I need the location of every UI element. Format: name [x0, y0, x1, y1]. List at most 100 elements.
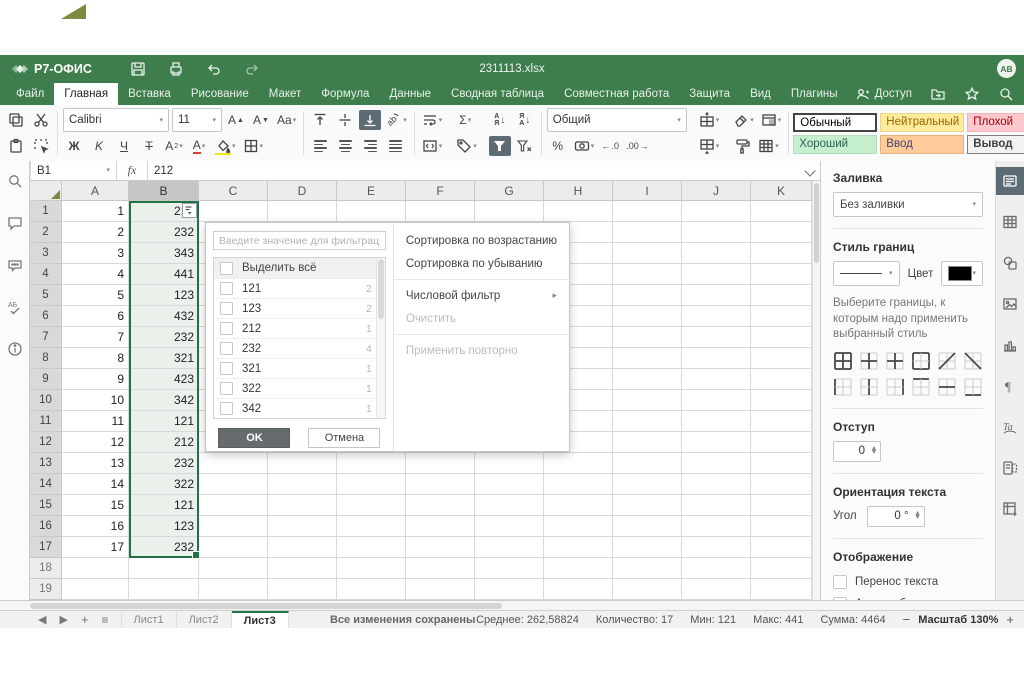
- row-header-17[interactable]: 17: [30, 537, 62, 558]
- cell-D18[interactable]: [268, 558, 337, 579]
- cell-I9[interactable]: [613, 369, 682, 390]
- zoom-in-button[interactable]: +: [1006, 612, 1014, 627]
- autosum-button[interactable]: Σ▾: [454, 110, 476, 130]
- value-checkbox[interactable]: [220, 362, 233, 375]
- cell-I5[interactable]: [613, 285, 682, 306]
- row-header-3[interactable]: 3: [30, 243, 62, 264]
- cell-A13[interactable]: 13: [62, 453, 129, 474]
- cell-J14[interactable]: [682, 474, 751, 495]
- cell-K6[interactable]: [751, 306, 812, 327]
- row-header-14[interactable]: 14: [30, 474, 62, 495]
- cell-J7[interactable]: [682, 327, 751, 348]
- cell-H18[interactable]: [544, 558, 613, 579]
- cell-E18[interactable]: [337, 558, 406, 579]
- row-header-16[interactable]: 16: [30, 516, 62, 537]
- cell-K7[interactable]: [751, 327, 812, 348]
- cell-K11[interactable]: [751, 411, 812, 432]
- zoom-out-button[interactable]: −: [903, 612, 911, 627]
- cell-B14[interactable]: 322: [129, 474, 199, 495]
- all-borders-button[interactable]: [833, 351, 852, 371]
- cell-style-chip[interactable]: Хороший: [793, 135, 877, 154]
- filter-value-row-321[interactable]: 3211: [214, 358, 385, 378]
- cell-D1[interactable]: [268, 201, 337, 222]
- horizontal-scrollbar[interactable]: [0, 600, 1024, 610]
- italic-button[interactable]: K: [88, 136, 110, 156]
- percent-style-button[interactable]: %: [547, 136, 569, 156]
- cell-F14[interactable]: [406, 474, 475, 495]
- cell-K5[interactable]: [751, 285, 812, 306]
- vertical-scrollbar-thumb[interactable]: [814, 183, 819, 263]
- about-icon[interactable]: [7, 341, 23, 357]
- cell-B2[interactable]: 232: [129, 222, 199, 243]
- cell-H1[interactable]: [544, 201, 613, 222]
- cell-I18[interactable]: [613, 558, 682, 579]
- share-access-button[interactable]: Доступ: [855, 87, 912, 101]
- image-settings-icon[interactable]: [996, 290, 1024, 318]
- value-checkbox[interactable]: [220, 302, 233, 315]
- cell-J16[interactable]: [682, 516, 751, 537]
- cell-B10[interactable]: 342: [129, 390, 199, 411]
- left-border-button[interactable]: [833, 377, 852, 397]
- cancel-button[interactable]: Отмена: [308, 428, 380, 448]
- cell-J18[interactable]: [682, 558, 751, 579]
- cell-F17[interactable]: [406, 537, 475, 558]
- cell-A1[interactable]: 1: [62, 201, 129, 222]
- cell-I3[interactable]: [613, 243, 682, 264]
- justify-button[interactable]: [384, 136, 406, 156]
- right-border-button[interactable]: [885, 377, 904, 397]
- cell-J15[interactable]: [682, 495, 751, 516]
- cell-E14[interactable]: [337, 474, 406, 495]
- underline-button[interactable]: Ч: [113, 136, 135, 156]
- cell-A10[interactable]: 10: [62, 390, 129, 411]
- bottom-border-button[interactable]: [964, 377, 983, 397]
- inner-horizontal-border-button[interactable]: [938, 377, 957, 397]
- cell-D13[interactable]: [268, 453, 337, 474]
- ribbon-tab-3[interactable]: Рисование: [181, 83, 259, 105]
- cell-K19[interactable]: [751, 579, 812, 600]
- row-header-15[interactable]: 15: [30, 495, 62, 516]
- cell-J8[interactable]: [682, 348, 751, 369]
- cell-C14[interactable]: [199, 474, 268, 495]
- cell-A14[interactable]: 14: [62, 474, 129, 495]
- cell-A3[interactable]: 3: [62, 243, 129, 264]
- sort-descending-button[interactable]: ЯА↓: [514, 110, 536, 130]
- cell-B17[interactable]: 232: [129, 537, 199, 558]
- currency-style-button[interactable]: ▾: [572, 136, 597, 156]
- cell-J2[interactable]: [682, 222, 751, 243]
- column-header-A[interactable]: A: [62, 181, 129, 201]
- cell-A7[interactable]: 7: [62, 327, 129, 348]
- cell-B5[interactable]: 123: [129, 285, 199, 306]
- cell-I11[interactable]: [613, 411, 682, 432]
- clear-filter-button[interactable]: [514, 136, 536, 156]
- cell-J13[interactable]: [682, 453, 751, 474]
- cell-J17[interactable]: [682, 537, 751, 558]
- filter-value-row-212[interactable]: 2121: [214, 318, 385, 338]
- cell-I1[interactable]: [613, 201, 682, 222]
- cell-style-chip[interactable]: Ввод: [880, 135, 964, 154]
- ribbon-tab-7[interactable]: Сводная таблица: [441, 83, 554, 105]
- strikethrough-button[interactable]: Т: [138, 136, 160, 156]
- cell-B4[interactable]: 441: [129, 264, 199, 285]
- merge-cells-button[interactable]: ▾: [420, 136, 445, 156]
- paste-button[interactable]: [5, 136, 27, 156]
- value-checkbox[interactable]: [220, 382, 233, 395]
- cell-style-chip[interactable]: Вывод: [967, 135, 1024, 154]
- print-icon[interactable]: [168, 61, 184, 77]
- cell-C16[interactable]: [199, 516, 268, 537]
- cell-G17[interactable]: [475, 537, 544, 558]
- cell-H14[interactable]: [544, 474, 613, 495]
- cell-C19[interactable]: [199, 579, 268, 600]
- add-sheet-button[interactable]: +: [81, 612, 89, 627]
- wrap-text-button[interactable]: ▾: [420, 110, 445, 130]
- column-header-B[interactable]: B: [129, 181, 199, 201]
- cell-B16[interactable]: 123: [129, 516, 199, 537]
- align-right-button[interactable]: [359, 136, 381, 156]
- column-header-K[interactable]: K: [751, 181, 812, 201]
- top-border-button[interactable]: [912, 377, 931, 397]
- font-name-select[interactable]: Calibri▾: [63, 108, 169, 132]
- autofit-checkbox-row[interactable]: Автоподбор ширины: [833, 593, 983, 600]
- delete-cells-button[interactable]: ▾: [697, 136, 722, 156]
- named-ranges-button[interactable]: ▾: [454, 136, 479, 156]
- cell-K9[interactable]: [751, 369, 812, 390]
- inner-borders-button[interactable]: [859, 351, 878, 371]
